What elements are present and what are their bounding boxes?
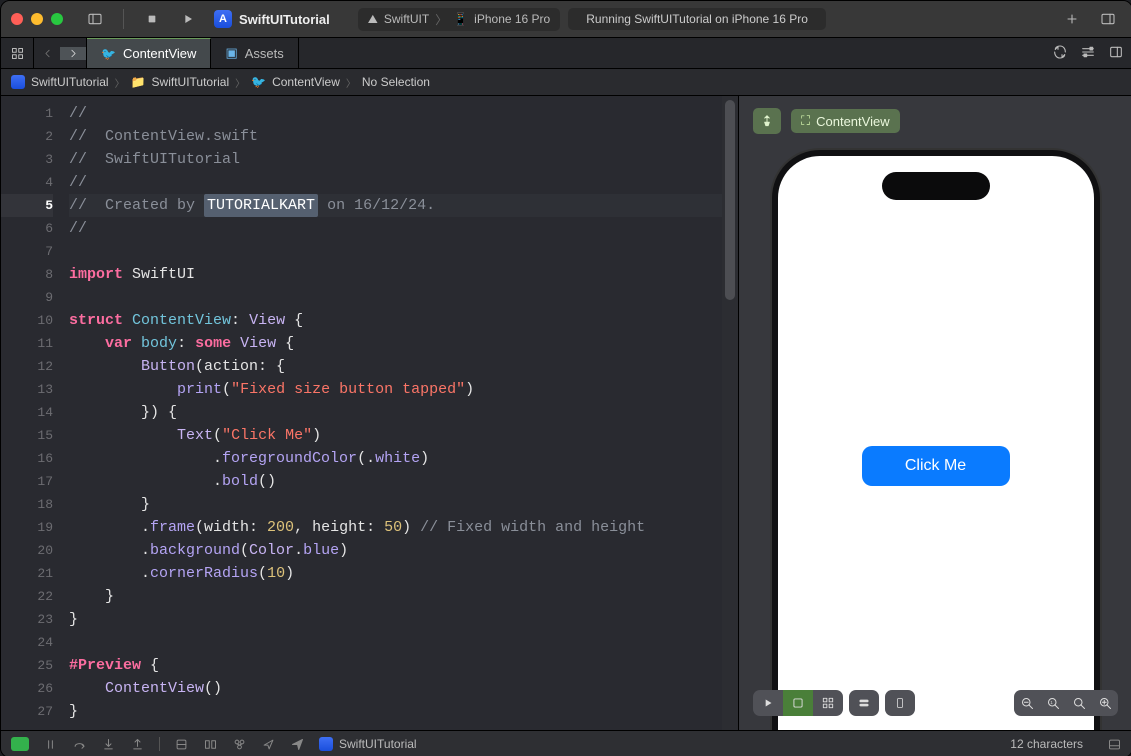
step-into-button[interactable] <box>101 737 116 752</box>
preview-button[interactable]: Click Me <box>862 446 1010 486</box>
swift-icon: 🐦 <box>101 47 116 61</box>
debug-process-name: SwiftUITutorial <box>339 737 417 751</box>
chevron-right-icon: 〉 <box>346 75 356 90</box>
step-out-button[interactable] <box>130 737 145 752</box>
path-folder[interactable]: SwiftUITutorial <box>152 75 230 89</box>
app-icon: A <box>214 10 232 28</box>
refresh-preview-icon[interactable] <box>1052 44 1068 63</box>
folder-icon: 📁 <box>131 75 146 89</box>
run-button[interactable] <box>174 6 202 32</box>
debug-bar: SwiftUITutorial 12 characters <box>1 730 1131 756</box>
device-settings-button[interactable] <box>849 690 879 716</box>
path-project[interactable]: SwiftUITutorial <box>31 75 109 89</box>
environment-overrides-button[interactable] <box>232 737 247 752</box>
tab-assets[interactable]: ▣ Assets <box>211 38 298 68</box>
window-controls <box>11 13 63 25</box>
pause-debug-button[interactable] <box>43 737 58 752</box>
project-title: SwiftUITutorial <box>239 12 330 27</box>
minimize-window-button[interactable] <box>31 13 43 25</box>
selected-text: TUTORIALKART <box>204 194 318 217</box>
app-icon <box>319 737 333 751</box>
path-selection[interactable]: No Selection <box>362 75 430 89</box>
path-file[interactable]: ContentView <box>272 75 340 89</box>
fullscreen-window-button[interactable] <box>51 13 63 25</box>
preview-controls <box>753 690 915 716</box>
location-arrow-icon[interactable] <box>290 737 305 752</box>
toggle-inspector-icon[interactable] <box>1094 6 1122 32</box>
step-over-button[interactable] <box>72 737 87 752</box>
toggle-navigator-icon[interactable] <box>81 6 109 32</box>
device-frame: Click Me <box>772 150 1100 730</box>
running-indicator[interactable] <box>11 737 29 751</box>
view-debug-button[interactable] <box>174 737 189 752</box>
editor-tabs: 🐦 ContentView ▣ Assets <box>1 38 1131 69</box>
scheme-device: iPhone 16 Pro <box>474 12 550 26</box>
code-editor[interactable]: 1 2 3 4 5 6 7 8 9 10 11 12 13 14 <box>1 96 739 730</box>
chevron-right-icon: 〉 <box>235 75 245 90</box>
tab-label: Assets <box>245 46 284 61</box>
live-preview-button[interactable] <box>753 690 783 716</box>
main-area: 1 2 3 4 5 6 7 8 9 10 11 12 13 14 <box>1 96 1131 730</box>
pin-preview-button[interactable] <box>753 108 781 134</box>
code-content[interactable]: // // ContentView.swift // SwiftUITutori… <box>61 96 738 729</box>
tab-contentview[interactable]: 🐦 ContentView <box>87 38 211 68</box>
zoom-100-button[interactable]: 1 <box>1040 690 1066 716</box>
scrollbar-thumb[interactable] <box>725 100 735 300</box>
chevron-right-icon: 〉 <box>115 75 125 90</box>
nav-forward-button[interactable] <box>60 47 86 60</box>
file-path-breadcrumb[interactable]: SwiftUITutorial 〉 📁 SwiftUITutorial 〉 🐦 … <box>1 69 1131 96</box>
debug-process[interactable]: SwiftUITutorial <box>319 737 417 751</box>
project-icon <box>11 75 25 89</box>
xcode-window: A SwiftUITutorial ⛰ SwiftUIT 〉 📱 iPhone … <box>0 0 1131 756</box>
preview-device-button[interactable] <box>885 690 915 716</box>
zoom-fit-button[interactable] <box>1066 690 1092 716</box>
preview-target-chip[interactable]: ⛶ ContentView <box>791 109 900 133</box>
editor-layout-icon[interactable] <box>1108 44 1124 63</box>
zoom-in-button[interactable] <box>1092 690 1118 716</box>
editor-scrollbar[interactable] <box>722 96 738 730</box>
zoom-controls: 1 <box>1014 690 1118 716</box>
close-window-button[interactable] <box>11 13 23 25</box>
toggle-debug-area-button[interactable] <box>1107 737 1122 752</box>
bolt-icon: ⛶ <box>801 113 810 129</box>
scheme-selector[interactable]: ⛰ SwiftUIT 〉 📱 iPhone 16 Pro <box>358 8 560 31</box>
memory-graph-button[interactable] <box>203 737 218 752</box>
scheme-project: SwiftUIT <box>384 12 429 26</box>
selectable-preview-button[interactable] <box>783 690 813 716</box>
add-tab-icon[interactable] <box>1058 6 1086 32</box>
activity-status: Running SwiftUITutorial on iPhone 16 Pro <box>568 8 826 30</box>
assets-icon: ▣ <box>225 45 237 61</box>
titlebar: A SwiftUITutorial ⛰ SwiftUIT 〉 📱 iPhone … <box>1 1 1131 38</box>
adjust-editor-options-icon[interactable] <box>1080 44 1096 63</box>
preview-target-label: ContentView <box>816 114 889 129</box>
variants-preview-button[interactable] <box>813 690 843 716</box>
zoom-out-button[interactable] <box>1014 690 1040 716</box>
stop-button[interactable] <box>138 6 166 32</box>
preview-canvas: ⛶ ContentView Click Me <box>739 96 1131 730</box>
selection-info: 12 characters <box>1010 737 1083 751</box>
related-items-icon[interactable] <box>1 38 34 68</box>
swift-icon: 🐦 <box>251 75 266 89</box>
nav-back-button[interactable] <box>34 47 60 60</box>
svg-text:1: 1 <box>1050 700 1053 705</box>
line-number-gutter: 1 2 3 4 5 6 7 8 9 10 11 12 13 14 <box>1 96 61 729</box>
tab-label: ContentView <box>123 46 196 61</box>
simulate-location-button[interactable] <box>261 737 276 752</box>
